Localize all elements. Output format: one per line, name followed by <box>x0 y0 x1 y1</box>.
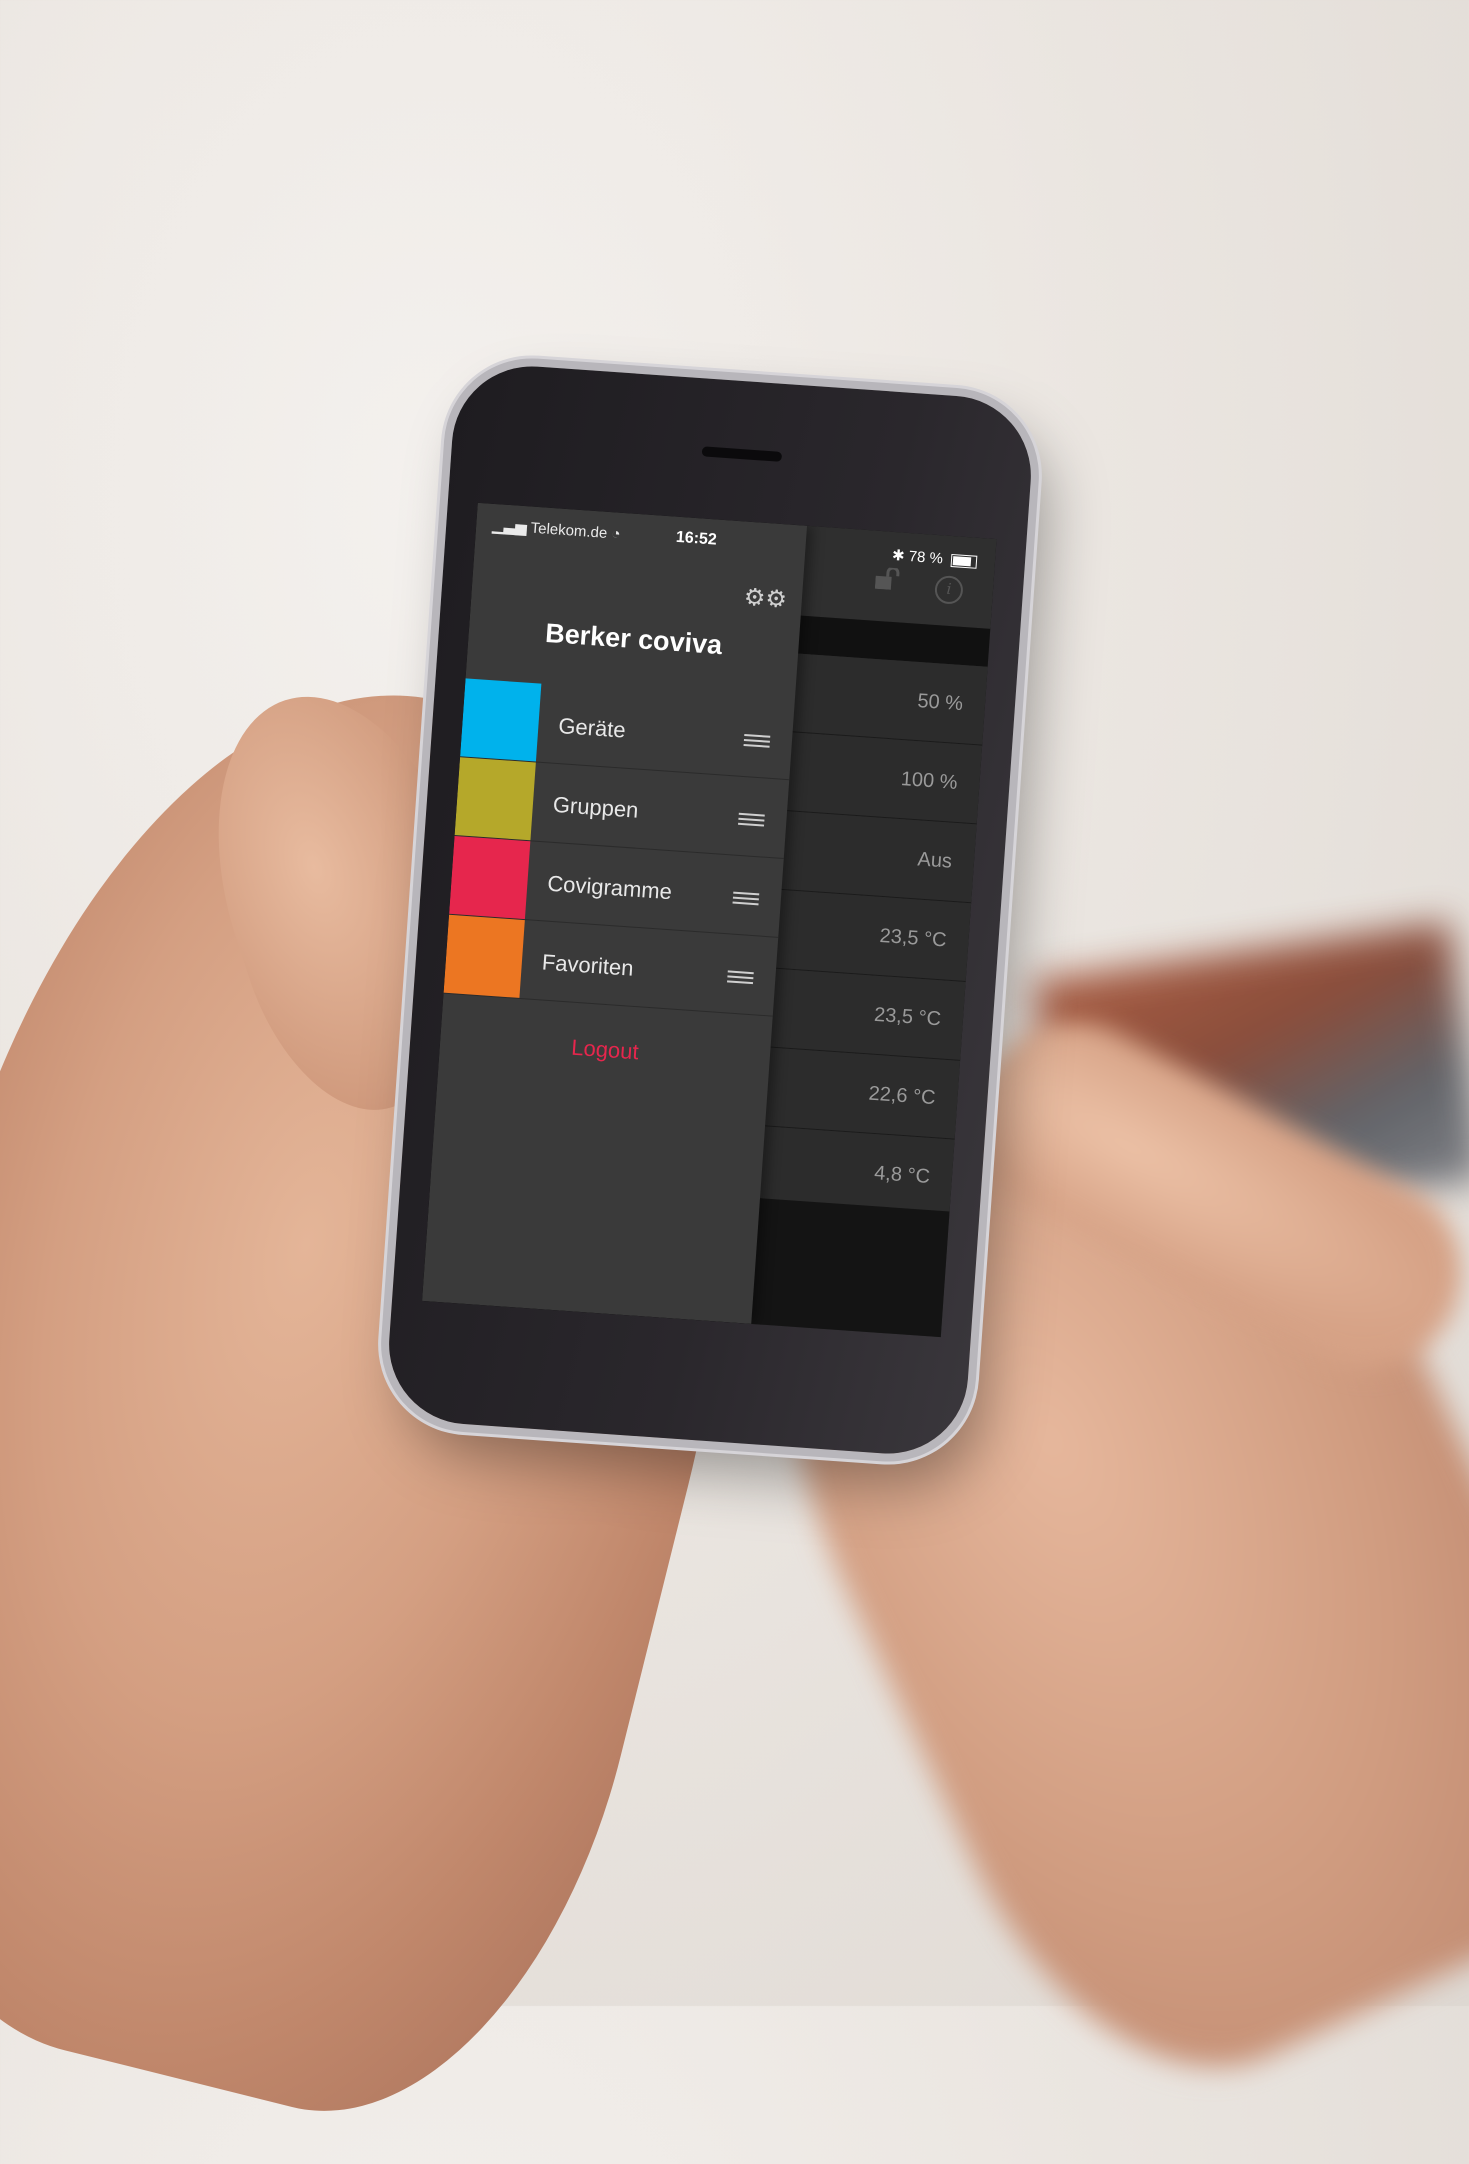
drag-handle-icon[interactable] <box>726 970 754 987</box>
bluetooth-icon: ✱ <box>891 546 906 565</box>
unlock-icon[interactable] <box>874 566 902 591</box>
settings-gear-icon[interactable]: ⚙︎⚙︎ <box>743 584 788 614</box>
menu-color-swatch <box>443 914 525 998</box>
menu-item-label: Favoriten <box>541 949 635 981</box>
list-value: 23,5 °C <box>878 924 948 952</box>
navigation-drawer: ▁▃▅ Telekom.de ◔ 16:52 ⚙︎⚙︎ Berker coviv… <box>422 502 808 1324</box>
list-value: 4,8 °C <box>873 1162 931 1188</box>
menu-item-label: Covigramme <box>546 870 673 905</box>
list-value: Aus <box>916 848 953 873</box>
photo-scene: ✱ 78 % i 50 % 100 % erAus 23,5 °C <box>0 0 1469 2164</box>
menu-item-label: Geräte <box>557 713 627 743</box>
phone-screen: ✱ 78 % i 50 % 100 % erAus 23,5 °C <box>422 502 997 1338</box>
list-value: 100 % <box>900 768 959 794</box>
drawer-title: Berker coviva <box>544 617 724 661</box>
menu-color-swatch <box>460 678 542 762</box>
list-value: 22,6 °C <box>867 1082 937 1110</box>
battery-icon <box>950 553 978 569</box>
battery-percent: 78 % <box>908 548 944 568</box>
list-value: 23,5 °C <box>873 1003 942 1031</box>
info-icon[interactable]: i <box>933 574 964 605</box>
menu-color-swatch <box>454 757 536 841</box>
logout-button[interactable]: Logout <box>439 1026 770 1075</box>
menu-color-swatch <box>449 835 531 920</box>
carrier-label: Telekom.de <box>530 519 608 542</box>
menu-item-label: Gruppen <box>552 791 640 823</box>
drawer-menu: Geräte Gruppen Covigramme Favoriten <box>443 678 795 1017</box>
drag-handle-icon[interactable] <box>743 733 771 751</box>
status-right: ✱ 78 % <box>891 546 978 570</box>
list-value: 50 % <box>916 689 964 716</box>
status-time: 16:52 <box>675 528 718 549</box>
drag-handle-icon[interactable] <box>732 891 760 909</box>
signal-icon: ▁▃▅ <box>491 516 528 537</box>
earpiece <box>701 446 783 462</box>
status-carrier: ▁▃▅ Telekom.de ◔ <box>492 516 621 543</box>
drag-handle-icon[interactable] <box>738 812 765 830</box>
smartphone: ✱ 78 % i 50 % 100 % erAus 23,5 °C <box>383 361 1037 1459</box>
wifi-icon: ◔ <box>610 525 622 543</box>
